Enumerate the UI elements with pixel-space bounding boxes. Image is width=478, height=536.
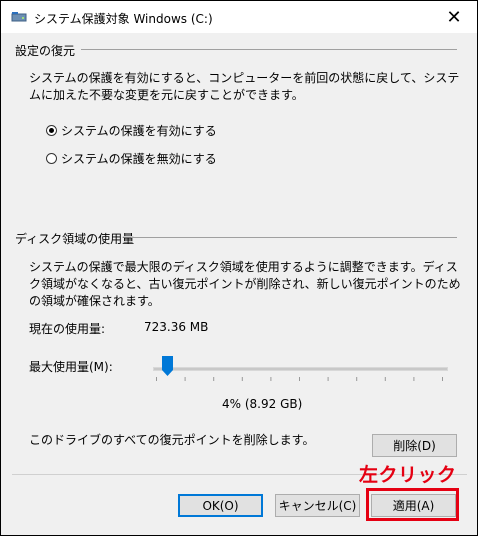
drive-icon [11,12,27,22]
restore-settings-heading: 設定の復元 [15,44,76,58]
cancel-button[interactable]: キャンセル(C) [275,494,360,517]
max-usage-slider-track[interactable] [153,367,448,371]
max-usage-slider-thumb[interactable] [162,356,174,376]
disk-usage-description: システムの保護で最大限のディスク領域を使用するように調整できます。ディスク領域が… [29,260,461,308]
close-icon: ✕ [446,6,462,28]
radio-disable-protection[interactable]: システムの保護を無効にする [46,150,217,167]
section-divider [131,237,457,238]
restore-settings-description: システムの保護を有効にすると、コンピューターを前回の状態に戻して、システムに加え… [29,71,460,102]
disk-usage-heading: ディスク領域の使用量 [15,232,135,246]
radio-enable-protection[interactable]: システムの保護を有効にする [46,122,217,139]
max-usage-label: 最大使用量(M): [29,360,113,374]
slider-ticks [156,377,443,381]
ok-button[interactable]: OK(O) [178,494,263,517]
close-button[interactable]: ✕ [431,1,477,33]
delete-button-label: 削除(D) [393,439,436,453]
delete-button[interactable]: 削除(D) [372,434,457,457]
apply-button-label: 適用(A) [392,499,435,513]
delete-description: このドライブのすべての復元ポイントを削除します。 [29,433,315,447]
apply-button[interactable]: 適用(A) [371,494,456,517]
radio-label-enable: システムの保護を有効にする [61,124,217,138]
left-click-annotation: 左クリック [359,464,457,486]
radio-label-disable: システムの保護を無効にする [61,152,217,166]
current-usage-label: 現在の使用量: [29,322,106,336]
ok-button-label: OK(O) [202,498,239,513]
dialog-window: システム保護対象 Windows (C:) ✕ 設定の復元 システムの保護を有効… [0,0,478,536]
max-usage-value: 4% (8.92 GB) [222,397,303,411]
radio-button-checked[interactable] [46,125,57,136]
current-usage-value: 723.36 MB [144,320,209,334]
title-bar[interactable]: システム保護対象 Windows (C:) ✕ [1,1,477,33]
section-divider [81,49,457,50]
window-title: システム保護対象 Windows (C:) [34,12,213,26]
cancel-button-label: キャンセル(C) [278,499,357,513]
radio-button-unchecked[interactable] [46,153,57,164]
